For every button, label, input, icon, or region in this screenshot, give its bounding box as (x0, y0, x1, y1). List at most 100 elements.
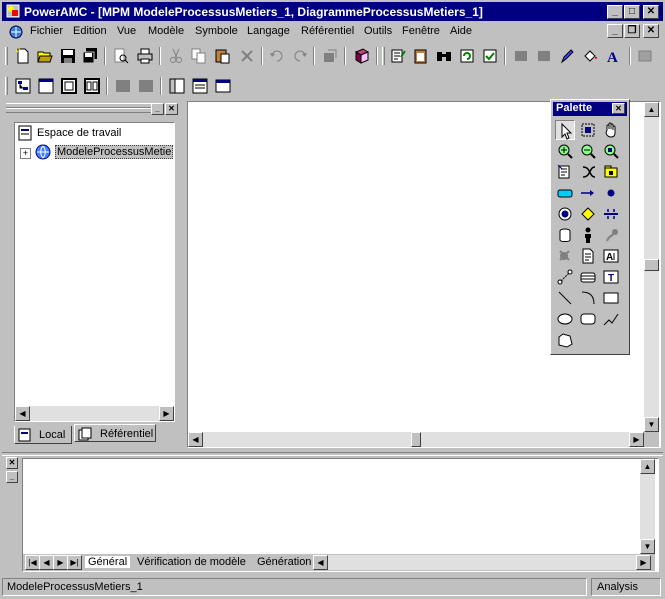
menu-outils[interactable]: Outils (364, 25, 392, 37)
palette-tool-link[interactable] (555, 267, 575, 287)
toolbar-grip[interactable] (5, 47, 8, 65)
scroll-left-button[interactable]: ◀ (15, 406, 30, 421)
palette-tool-ellipse[interactable] (555, 309, 575, 329)
palette-tool-zoom-fit[interactable] (601, 141, 621, 161)
open-button[interactable] (36, 47, 54, 65)
model-list-button[interactable] (353, 47, 371, 65)
tree-item-workspace[interactable]: Espace de travail (37, 127, 121, 139)
menu-edition[interactable]: Edition (73, 25, 107, 37)
tree-item-model[interactable]: ModeleProcessusMetiers_1 (55, 145, 173, 159)
refresh-button[interactable] (458, 47, 476, 65)
palette-titlebar[interactable]: Palette ✕ (553, 102, 627, 116)
fill-button[interactable] (512, 47, 530, 65)
palette-tool-text[interactable]: A (601, 246, 621, 266)
palette-tool-resource[interactable] (555, 225, 575, 245)
new-button[interactable] (14, 47, 32, 65)
output-toggle-button[interactable] (37, 77, 55, 95)
palette-tool-process[interactable] (555, 183, 575, 203)
print-preview-button[interactable] (112, 47, 130, 65)
output-hscroll-right-button[interactable]: ▶ (636, 555, 651, 570)
palette-tool-grabber[interactable] (601, 120, 621, 140)
child-close-button[interactable]: ✕ (643, 24, 659, 38)
toolbar-grip[interactable] (382, 47, 385, 65)
palette-tool-table[interactable] (578, 267, 598, 287)
tab-generation[interactable]: Génération (257, 556, 311, 568)
menu-modele[interactable]: Modèle (148, 25, 184, 37)
menu-referentiel[interactable]: Référentiel (301, 25, 354, 37)
fill-color-button[interactable] (581, 47, 599, 65)
palette-tool-line[interactable] (555, 288, 575, 308)
copy-button[interactable] (190, 47, 208, 65)
palette-tool-pointer[interactable] (555, 120, 575, 140)
tab-verification-modele[interactable]: Vérification de modèle (137, 556, 246, 568)
palette-tool-synchronization[interactable] (601, 204, 621, 224)
redo-button[interactable] (291, 47, 309, 65)
scroll-thumb[interactable] (411, 432, 421, 447)
tab-scroll-first-button[interactable]: |◀ (25, 555, 40, 570)
model-properties-button[interactable] (412, 47, 430, 65)
save-all-button[interactable] (81, 47, 99, 65)
print-button[interactable] (136, 47, 154, 65)
child-restore-button[interactable]: ❐ (624, 24, 640, 38)
minimize-button[interactable]: _ (607, 5, 623, 19)
pane-minimize-button[interactable]: _ (151, 103, 164, 115)
delete-button[interactable] (238, 47, 256, 65)
palette-tool-arc[interactable] (578, 288, 598, 308)
palette-tool-data[interactable] (555, 246, 575, 266)
tab-scroll-prev-button[interactable]: ◀ (39, 555, 54, 570)
font-button[interactable]: A (604, 47, 622, 65)
toolbar-grip[interactable] (5, 77, 8, 95)
scroll-up-button[interactable]: ▲ (644, 102, 659, 117)
layer-back-button[interactable] (137, 77, 155, 95)
result-list-button[interactable] (168, 77, 186, 95)
palette-tool-delete[interactable] (578, 162, 598, 182)
scroll-thumb[interactable] (644, 259, 659, 271)
palette-tool-properties[interactable] (555, 162, 575, 182)
browser-hscrollbar[interactable]: ◀ ▶ (15, 406, 174, 421)
tab-referentiel[interactable]: Référentiel (74, 424, 156, 442)
check-model-button[interactable] (481, 47, 499, 65)
cut-button[interactable] (167, 47, 185, 65)
image-button[interactable] (636, 47, 654, 65)
properties-button[interactable] (389, 47, 407, 65)
child-minimize-button[interactable]: _ (607, 24, 623, 38)
tab-scroll-next-button[interactable]: ▶ (53, 555, 68, 570)
two-pages-button[interactable] (83, 77, 101, 95)
scroll-up-button[interactable]: ▲ (640, 459, 655, 474)
undo-button[interactable] (268, 47, 286, 65)
scroll-right-button[interactable]: ▶ (629, 432, 644, 447)
scroll-left-button[interactable]: ◀ (188, 432, 203, 447)
maximize-button[interactable]: □ (624, 5, 640, 19)
document-menu-icon[interactable] (8, 24, 24, 40)
output-close-button[interactable]: ✕ (6, 457, 18, 469)
scroll-right-button[interactable]: ▶ (159, 406, 174, 421)
tree-expand-button[interactable]: + (20, 148, 31, 159)
palette-tool-decision[interactable] (578, 204, 598, 224)
panel-button[interactable] (214, 77, 232, 95)
pane-close-button[interactable]: ✕ (165, 103, 178, 115)
browser-tree[interactable]: Espace de travail + ModeleProcessusMetie… (14, 122, 175, 422)
palette-tool-message-format[interactable] (601, 225, 621, 245)
menu-fichier[interactable]: Fichier (30, 25, 63, 37)
palette-tool-zoom-out[interactable] (578, 141, 598, 161)
palette-window[interactable]: Palette ✕ AT (550, 99, 630, 355)
scroll-down-button[interactable]: ▼ (640, 539, 655, 554)
powersmart-app-icon[interactable] (6, 4, 20, 18)
close-button[interactable]: ✕ (643, 5, 659, 19)
palette-tool-rectangle[interactable] (601, 288, 621, 308)
menu-langage[interactable]: Langage (247, 25, 290, 37)
palette-tool-start[interactable] (601, 183, 621, 203)
menu-fenetre[interactable]: Fenêtre (402, 25, 440, 37)
palette-tool-polygon[interactable] (555, 330, 575, 350)
palette-tool-polyline[interactable] (601, 309, 621, 329)
menu-symbole[interactable]: Symbole (195, 25, 238, 37)
palette-tool-lasso[interactable] (578, 120, 598, 140)
layer-front-button[interactable] (114, 77, 132, 95)
scroll-down-button[interactable]: ▼ (644, 417, 659, 432)
line-color-button[interactable] (558, 47, 576, 65)
output-area[interactable]: ▲ ▼ |◀ ◀ ▶ ▶| Général Vérification de mo… (22, 458, 659, 572)
palette-tool-end[interactable] (555, 204, 575, 224)
details-button[interactable] (191, 77, 209, 95)
palette-close-button[interactable]: ✕ (612, 103, 625, 114)
tab-scroll-last-button[interactable]: ▶| (67, 555, 82, 570)
